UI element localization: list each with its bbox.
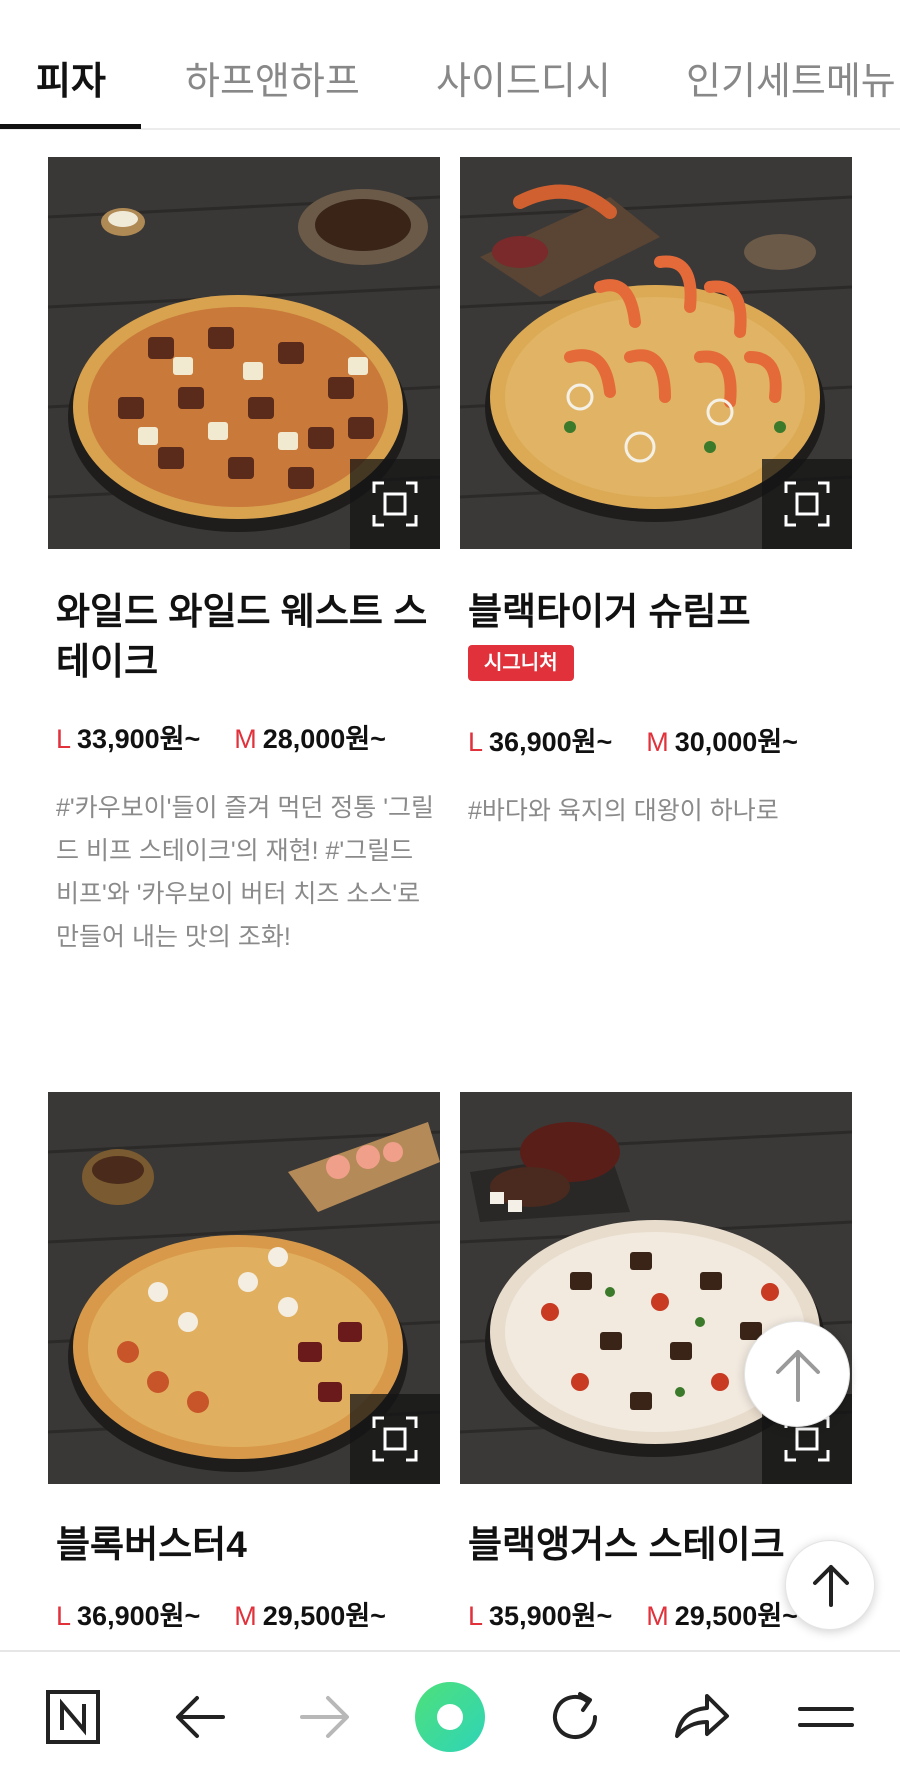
product-image[interactable] (48, 157, 440, 549)
reload-icon (553, 1692, 597, 1739)
price-size-l: L (468, 727, 484, 757)
green-dot-button[interactable] (413, 1680, 487, 1754)
product-card[interactable]: 블랙타이거 슈림프 시그니처 L 36,900원~ M 30,000원~ #바다와 육… (460, 157, 852, 1007)
scroll-top-button[interactable] (744, 1321, 850, 1427)
price-l-value: 36,900원~ (489, 727, 613, 757)
zoom-button[interactable] (350, 459, 440, 549)
price-m-value: 29,500원~ (674, 1601, 798, 1631)
active-tab-indicator (0, 124, 141, 129)
product-price: L 36,900원~ M 29,500원~ (56, 1594, 386, 1633)
product-description: #바다와 육지의 대왕이 하나로 (468, 797, 779, 825)
home-button[interactable] (40, 1682, 110, 1752)
share-icon (675, 1694, 729, 1738)
price-l-value: 33,900원~ (77, 724, 201, 754)
arrow-left-icon (176, 1696, 225, 1738)
product-card[interactable]: 와일드 와일드 웨스트 스테이크 L 33,900원~ M 28,000원~ #'카우… (48, 157, 440, 1007)
product-name[interactable]: 블록버스터4 (56, 1520, 448, 1570)
browser-bottom-nav (0, 1650, 900, 1781)
price-m-value: 30,000원~ (674, 727, 798, 757)
price-size-m: M (646, 1601, 669, 1631)
zoom-button[interactable] (762, 459, 852, 549)
back-button[interactable] (165, 1682, 235, 1752)
price-size-m: M (234, 724, 257, 754)
price-m-value: 29,500원~ (262, 1601, 386, 1631)
product-price: L 35,900원~ M 29,500원~ (468, 1594, 798, 1633)
tab-half-and-half[interactable]: 하프앤하프 (185, 50, 360, 105)
green-circle-icon (415, 1682, 485, 1752)
arrow-up-icon (813, 1565, 849, 1607)
product-price: L 36,900원~ M 30,000원~ (468, 720, 798, 759)
tab-side-dish[interactable]: 사이드디시 (436, 50, 611, 105)
product-price: L 33,900원~ M 28,000원~ (56, 717, 386, 756)
tab-popular-set-menu[interactable]: 인기세트메뉴 (686, 50, 896, 105)
product-image[interactable] (48, 1092, 440, 1484)
menu-icon (798, 1707, 854, 1727)
fullscreen-icon (372, 1416, 418, 1462)
naver-n-icon (46, 1690, 100, 1744)
arrow-up-icon (776, 1350, 820, 1402)
tab-pizza[interactable]: 피자 (36, 50, 106, 105)
arrow-right-icon (300, 1696, 349, 1738)
product-image[interactable] (460, 157, 852, 549)
product-name[interactable]: 블랙타이거 슈림프 (468, 587, 860, 637)
reload-button[interactable] (540, 1682, 610, 1752)
price-size-l: L (56, 724, 72, 754)
price-size-l: L (468, 1601, 484, 1631)
forward-button[interactable] (290, 1682, 360, 1752)
price-m-value: 28,000원~ (262, 724, 386, 754)
category-tabs: 피자 하프앤하프 사이드디시 인기세트메뉴 (0, 0, 900, 130)
price-size-m: M (646, 727, 669, 757)
fullscreen-icon (372, 481, 418, 527)
price-l-value: 36,900원~ (77, 1601, 201, 1631)
signature-badge: 시그니처 (468, 645, 574, 681)
fullscreen-icon (784, 481, 830, 527)
price-size-m: M (234, 1601, 257, 1631)
product-description: #'카우보이'들이 즐겨 먹던 정통 '그릴드 비프 스테이크'의 재현! #'… (56, 794, 435, 951)
menu-button[interactable] (790, 1682, 860, 1752)
product-card[interactable]: 블록버스터4 L 36,900원~ M 29,500원~ (48, 1092, 440, 1652)
zoom-button[interactable] (350, 1394, 440, 1484)
product-name[interactable]: 와일드 와일드 웨스트 스테이크 (56, 587, 448, 687)
price-size-l: L (56, 1601, 72, 1631)
share-button[interactable] (665, 1682, 735, 1752)
price-l-value: 35,900원~ (489, 1601, 613, 1631)
browser-scroll-top-button[interactable] (785, 1540, 875, 1630)
